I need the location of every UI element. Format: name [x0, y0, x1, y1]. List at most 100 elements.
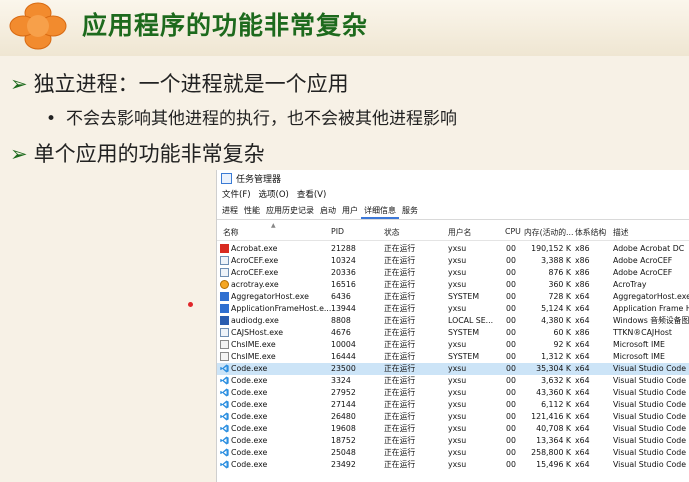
process-name: ApplicationFrameHost.e...: [231, 304, 332, 313]
process-row[interactable]: ApplicationFrameHost.e... 13944 正在运行 yxsu 00…: [217, 303, 689, 315]
vscode-icon: [220, 424, 229, 433]
process-user: yxsu: [448, 436, 467, 445]
process-row[interactable]: AcroCEF.exe 20336 正在运行 yxsu 00 876 K x86 Adobe …: [217, 267, 689, 279]
process-user: yxsu: [448, 244, 467, 253]
process-row[interactable]: ChsIME.exe 16444 正在运行 SYSTEM 00 1,312 K x64 Mic…: [217, 351, 689, 363]
column-header-status[interactable]: 状态: [384, 227, 400, 238]
process-cpu: 00: [506, 460, 516, 469]
column-header-user[interactable]: 用户名: [448, 227, 471, 238]
tab-app-history[interactable]: 应用历史记录: [263, 205, 317, 219]
tab-startup[interactable]: 启动: [317, 205, 339, 219]
process-row[interactable]: Code.exe 26480 正在运行 yxsu 00 121,416 K x64 Visua…: [217, 411, 689, 423]
process-user: yxsu: [448, 268, 467, 277]
column-header-memory[interactable]: 内存(活动的...: [524, 227, 573, 238]
window-icon: [220, 256, 229, 265]
bullet-dot-icon: •: [46, 109, 57, 129]
column-header-cpu[interactable]: CPU: [505, 227, 521, 236]
process-pid: 18752: [331, 436, 356, 445]
tab-performance[interactable]: 性能: [241, 205, 263, 219]
slide-title: 应用程序的功能非常复杂: [82, 11, 369, 40]
process-row[interactable]: Code.exe 27144 正在运行 yxsu 00 6,112 K x64 Visual …: [217, 399, 689, 411]
process-user: yxsu: [448, 280, 467, 289]
process-row[interactable]: AggregatorHost.exe 6436 正在运行 SYSTEM 00 728 K x…: [217, 291, 689, 303]
menu-view[interactable]: 查看(V): [297, 188, 326, 200]
process-description: Visual Studio Code: [613, 388, 687, 397]
vscode-icon: [220, 448, 229, 457]
ime-icon: [220, 340, 229, 349]
column-header-architecture[interactable]: 体系结构: [575, 227, 606, 238]
column-header-pid[interactable]: PID: [331, 227, 344, 236]
window-title: 任务管理器: [236, 174, 282, 185]
vscode-icon: [220, 376, 229, 385]
process-name: Code.exe: [231, 364, 268, 373]
tab-details[interactable]: 详细信息: [361, 205, 399, 219]
tab-processes[interactable]: 进程: [219, 205, 241, 219]
process-row[interactable]: AcroCEF.exe 10324 正在运行 yxsu 00 3,388 K x86 Adob…: [217, 255, 689, 267]
process-cpu: 00: [506, 436, 516, 445]
process-row[interactable]: Code.exe 3324 正在运行 yxsu 00 3,632 K x64 Visual S…: [217, 375, 689, 387]
process-memory: 360 K: [548, 280, 571, 289]
process-name: AcroCEF.exe: [231, 256, 279, 265]
process-cpu: 00: [506, 292, 516, 301]
process-name: Code.exe: [231, 412, 268, 421]
process-cpu: 00: [506, 400, 516, 409]
process-memory: 728 K: [548, 292, 571, 301]
process-status: 正在运行: [384, 352, 416, 361]
process-user: SYSTEM: [448, 292, 480, 301]
tab-users[interactable]: 用户: [339, 205, 361, 219]
process-row[interactable]: Acrobat.exe 21288 正在运行 yxsu 00 190,152 K x86 Ad…: [217, 243, 689, 255]
process-architecture: x64: [575, 304, 590, 313]
process-architecture: x64: [575, 340, 590, 349]
process-row[interactable]: Code.exe 27952 正在运行 yxsu 00 43,360 K x64 Visual…: [217, 387, 689, 399]
sort-ascending-icon: ▲: [271, 222, 276, 229]
column-header-description[interactable]: 描述: [613, 227, 629, 238]
process-cpu: 00: [506, 280, 516, 289]
process-architecture: x64: [575, 412, 590, 421]
window-icon: [220, 328, 229, 337]
column-header-name[interactable]: 名称: [223, 227, 239, 238]
process-row[interactable]: Code.exe 23500 正在运行 yxsu 00 35,304 K x64 Visual…: [217, 363, 689, 375]
process-cpu: 00: [506, 364, 516, 373]
process-cpu: 00: [506, 448, 516, 457]
process-architecture: x86: [575, 256, 590, 265]
process-architecture: x86: [575, 244, 590, 253]
process-status: 正在运行: [384, 340, 416, 349]
flower-logo-icon: [9, 2, 67, 50]
menu-file[interactable]: 文件(F): [222, 188, 251, 200]
process-pid: 21288: [331, 244, 356, 253]
process-name: Code.exe: [231, 376, 268, 385]
process-architecture: x64: [575, 376, 590, 385]
vscode-icon: [220, 400, 229, 409]
tab-services[interactable]: 服务: [399, 205, 421, 219]
process-description: Visual Studio Code: [613, 412, 687, 421]
process-row[interactable]: Code.exe 25048 正在运行 yxsu 00 258,800 K x64 Visua…: [217, 447, 689, 459]
process-row[interactable]: acrotray.exe 16516 正在运行 yxsu 00 360 K x86 AcroT…: [217, 279, 689, 291]
process-status: 正在运行: [384, 280, 416, 289]
process-row[interactable]: Code.exe 19608 正在运行 yxsu 00 40,708 K x64 Visual…: [217, 423, 689, 435]
process-architecture: x64: [575, 400, 590, 409]
process-memory: 43,360 K: [536, 388, 571, 397]
process-status: 正在运行: [384, 244, 416, 253]
process-memory: 15,496 K: [536, 460, 571, 469]
process-name: Code.exe: [231, 400, 268, 409]
process-architecture: x64: [575, 316, 590, 325]
process-row[interactable]: CAJSHost.exe 4676 正在运行 SYSTEM 00 60 K x86 TTKN®…: [217, 327, 689, 339]
process-cpu: 00: [506, 388, 516, 397]
process-row[interactable]: Code.exe 23492 正在运行 yxsu 00 15,496 K x64 Visual…: [217, 459, 689, 471]
process-name: AggregatorHost.exe: [231, 292, 309, 301]
process-cpu: 00: [506, 340, 516, 349]
process-status: 正在运行: [384, 376, 416, 385]
process-row[interactable]: audiodg.exe 8808 正在运行 LOCAL SE... 00 4,380 K x…: [217, 315, 689, 327]
process-row[interactable]: Code.exe 18752 正在运行 yxsu 00 13,364 K x64 Visual…: [217, 435, 689, 447]
process-row[interactable]: ChsIME.exe 10004 正在运行 yxsu 00 92 K x64 Microsof…: [217, 339, 689, 351]
process-cpu: 00: [506, 244, 516, 253]
process-memory: 876 K: [548, 268, 571, 277]
process-description: Visual Studio Code: [613, 400, 687, 409]
slide-header: 应用程序的功能非常复杂: [0, 0, 689, 56]
process-memory: 35,304 K: [536, 364, 571, 373]
vscode-icon: [220, 436, 229, 445]
menu-options[interactable]: 选项(O): [259, 188, 289, 200]
window-icon: [220, 268, 229, 277]
process-cpu: 00: [506, 268, 516, 277]
process-architecture: x64: [575, 424, 590, 433]
